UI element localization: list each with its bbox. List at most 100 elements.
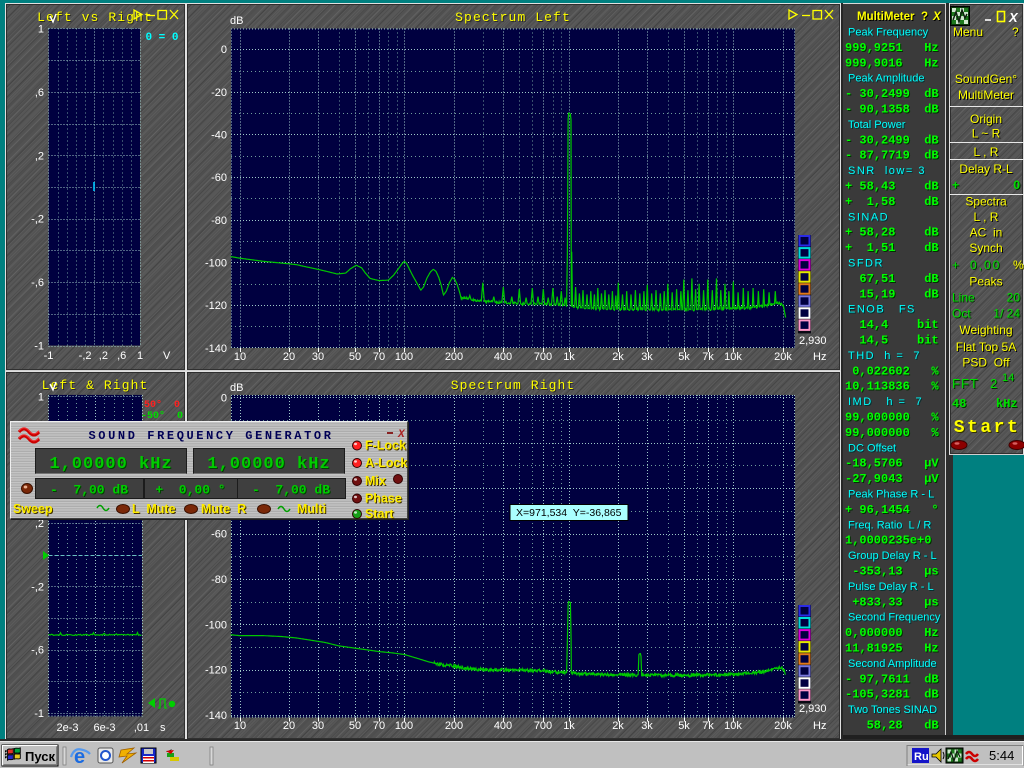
svg-text:-353,13 µs: -353,13 µs [845, 565, 939, 579]
svg-text:ENOB FS: ENOB FS [848, 304, 916, 316]
svg-text:Pulse Delay R - L: Pulse Delay R - L [848, 581, 934, 593]
svg-text:DC Offset: DC Offset [848, 442, 896, 454]
svg-text:,6: ,6 [35, 87, 44, 99]
svg-text:14: 14 [1002, 372, 1014, 384]
svg-text:20: 20 [283, 720, 295, 732]
svg-text:Menu: Menu [953, 25, 983, 39]
svg-text:Mute R: Mute R [201, 502, 246, 516]
svg-text:Second Frequency: Second Frequency [848, 612, 941, 624]
svg-text:Synch: Synch [969, 241, 1002, 255]
svg-text:Spectrum Right: Spectrum Right [451, 378, 576, 393]
svg-text:-105,3281 dB: -105,3281 dB [845, 688, 939, 702]
svg-text:+: + [952, 258, 959, 272]
svg-text:-80: -80 [211, 215, 227, 227]
svg-text:Left & Right: Left & Right [42, 378, 149, 393]
svg-text:1k: 1k [563, 351, 575, 363]
svg-text:15,19 dB: 15,19 dB [845, 287, 939, 301]
svg-text:1,00000 kHz: 1,00000 kHz [49, 455, 172, 474]
svg-text:Group Delay R - L: Group Delay R - L [848, 550, 937, 562]
svg-text:?: ? [921, 11, 928, 23]
svg-text:20k: 20k [774, 720, 792, 732]
svg-text:Phase: Phase [365, 492, 402, 506]
svg-text:Sweep: Sweep [13, 502, 53, 516]
svg-text:700: 700 [534, 720, 552, 732]
svg-text:0,00: 0,00 [970, 258, 1001, 272]
svg-text:dB: dB [230, 15, 243, 27]
svg-text:2k: 2k [612, 720, 624, 732]
svg-text:-100: -100 [205, 257, 227, 269]
svg-text:-120: -120 [205, 300, 227, 312]
svg-text:7k: 7k [702, 720, 714, 732]
svg-text:Peak Phase R - L: Peak Phase R - L [848, 489, 934, 501]
svg-text:1,00000 kHz: 1,00000 kHz [207, 455, 330, 474]
svg-text:-,6: -,6 [31, 645, 44, 657]
svg-text:-140: -140 [205, 343, 227, 355]
svg-text:%: % [1013, 258, 1024, 272]
svg-text:99,000000 %: 99,000000 % [845, 411, 939, 425]
svg-text:100: 100 [395, 720, 413, 732]
svg-text:0,022602 %: 0,022602 % [845, 364, 939, 378]
svg-text:400: 400 [494, 720, 512, 732]
svg-text:- 30,2499 dB: - 30,2499 dB [845, 133, 939, 147]
svg-text:- 90,1358 dB: - 90,1358 dB [845, 103, 939, 117]
svg-text:3k: 3k [641, 351, 653, 363]
svg-text:A-Lock: A-Lock [365, 456, 407, 470]
svg-text:-,2: -,2 [79, 350, 92, 362]
svg-text:3k: 3k [641, 720, 653, 732]
svg-text:+ 58,43 dB: + 58,43 dB [845, 180, 939, 194]
svg-text:0: 0 [1013, 178, 1020, 192]
svg-text:Ru: Ru [914, 751, 929, 763]
svg-text:10k: 10k [724, 720, 742, 732]
svg-text:20: 20 [1007, 291, 1021, 305]
svg-text:-,2: -,2 [31, 581, 44, 593]
svg-text:20k: 20k [774, 351, 792, 363]
svg-text:X: X [932, 11, 942, 23]
svg-text:Hz: Hz [813, 720, 826, 732]
svg-text:kHz: kHz [996, 397, 1018, 411]
svg-text:0: 0 [221, 44, 227, 56]
svg-text:30: 30 [312, 351, 324, 363]
svg-text:SNR low= 3: SNR low= 3 [848, 165, 926, 177]
svg-text:-60: -60 [211, 529, 227, 541]
svg-text:2,930: 2,930 [799, 703, 827, 715]
svg-text:1/ 24: 1/ 24 [993, 307, 1020, 321]
svg-text:Flat Top 5A: Flat Top 5A [956, 340, 1016, 354]
svg-text:?: ? [1012, 25, 1019, 39]
svg-text:20: 20 [283, 351, 295, 363]
svg-text:-80: -80 [211, 574, 227, 586]
svg-text:50: 50 [349, 351, 361, 363]
svg-text:Delay R-L: Delay R-L [959, 162, 1013, 176]
svg-text:THD h = 7: THD h = 7 [848, 350, 921, 362]
svg-text:67,51 dB: 67,51 dB [845, 272, 939, 286]
svg-text:X=971,534 Y=-36,865: X=971,534 Y=-36,865 [516, 507, 622, 519]
svg-text:6e-3: 6e-3 [93, 722, 115, 734]
svg-text:Multi: Multi [297, 502, 326, 516]
svg-text:SFDR: SFDR [848, 258, 884, 270]
svg-text:+ 1,58 dB: + 1,58 dB [845, 195, 939, 209]
svg-text:-1: -1 [34, 708, 44, 720]
svg-text:999,9016 Hz: 999,9016 Hz [845, 56, 939, 70]
svg-text:10: 10 [234, 351, 246, 363]
svg-text:50: 50 [349, 720, 361, 732]
svg-text:Origin: Origin [970, 112, 1002, 126]
svg-text:F-Lock: F-Lock [365, 439, 406, 453]
svg-text:200: 200 [445, 720, 463, 732]
svg-text:+ 58,28 dB: + 58,28 dB [845, 226, 939, 240]
svg-text:-140: -140 [205, 710, 227, 722]
svg-text:,01: ,01 [134, 722, 149, 734]
svg-text:1: 1 [38, 24, 44, 36]
svg-text:5k: 5k [678, 351, 690, 363]
svg-text:-27,9043 µV: -27,9043 µV [845, 472, 939, 486]
svg-text:+: + [952, 178, 959, 192]
svg-text:10: 10 [234, 720, 246, 732]
svg-text:V: V [163, 350, 171, 362]
svg-text:Peaks: Peaks [969, 275, 1002, 289]
svg-text:SoundGen°: SoundGen° [955, 72, 1017, 86]
svg-text:Total Power: Total Power [848, 119, 906, 131]
svg-text:IMD h = 7: IMD h = 7 [848, 396, 923, 408]
svg-text:,2: ,2 [99, 350, 108, 362]
svg-text:Mix: Mix [365, 474, 386, 488]
svg-text:SOUND FREQUENCY GENERATOR: SOUND FREQUENCY GENERATOR [88, 429, 333, 443]
svg-text:Start: Start [954, 418, 1021, 438]
svg-text:2: 2 [990, 376, 997, 391]
